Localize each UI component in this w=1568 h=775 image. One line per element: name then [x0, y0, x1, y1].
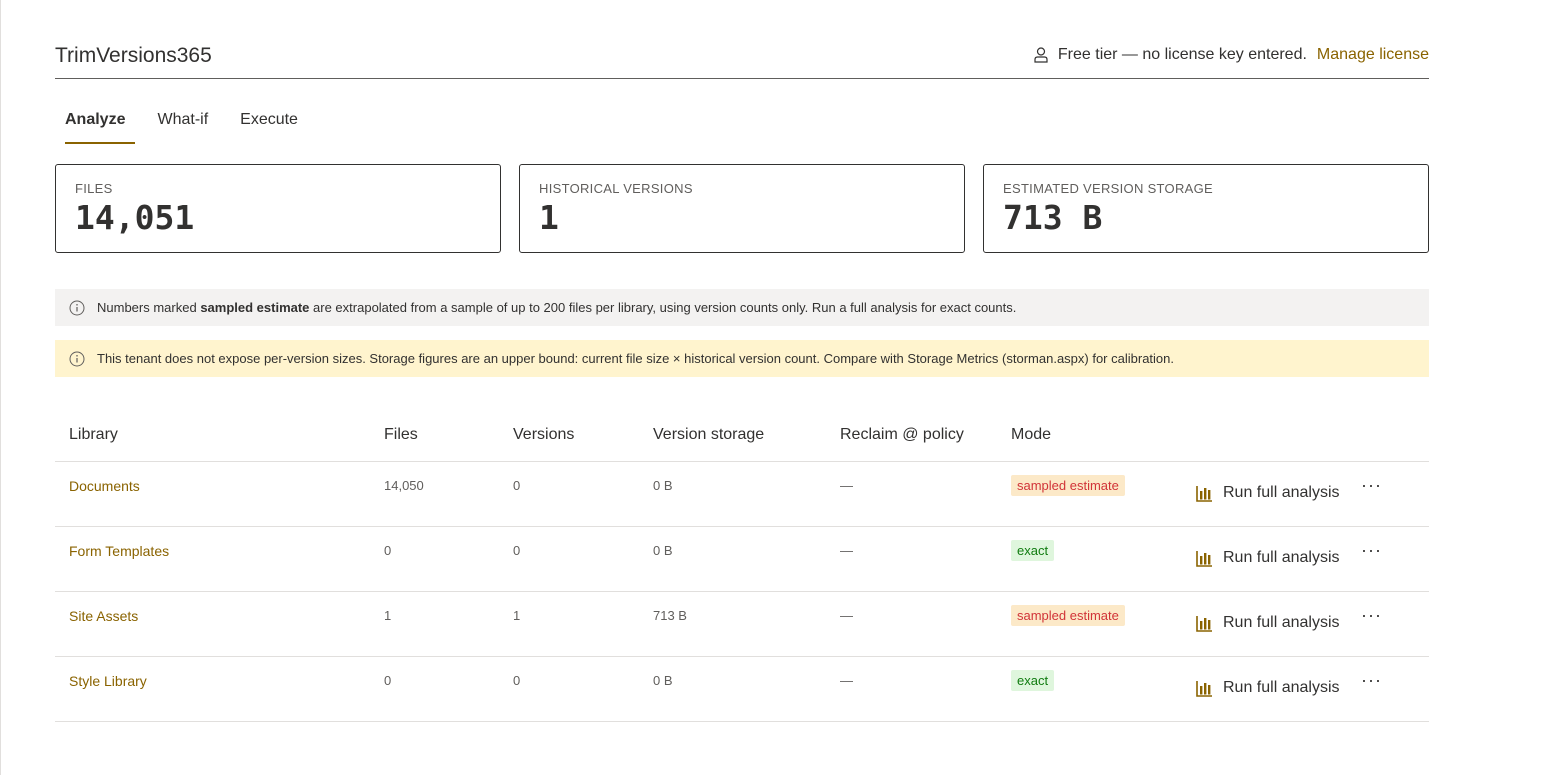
run-full-analysis-button[interactable]: Run full analysis	[1196, 614, 1340, 632]
bar-chart-icon	[1196, 485, 1213, 502]
summary-cards: FILES 14,051 HISTORICAL VERSIONS 1 ESTIM…	[55, 164, 1429, 253]
files-card-label: FILES	[75, 181, 113, 196]
run-full-analysis-label: Run full analysis	[1223, 484, 1340, 501]
info-icon	[69, 300, 85, 316]
column-header-reclaim[interactable]: Reclaim @ policy	[840, 426, 964, 444]
run-full-analysis-button[interactable]: Run full analysis	[1196, 484, 1340, 502]
table-header: Library Files Versions Version storage R…	[55, 410, 1429, 462]
column-header-versions[interactable]: Versions	[513, 426, 574, 444]
files-cell: 14,050	[384, 478, 424, 493]
sampling-info-suffix: are extrapolated from a sample of up to …	[309, 300, 1017, 315]
license-status-text: Free tier — no license key entered.	[1057, 46, 1307, 63]
bar-chart-icon	[1196, 680, 1213, 697]
versions-cell: 0	[513, 543, 521, 558]
historical-versions-card: HISTORICAL VERSIONS 1	[519, 164, 965, 253]
reclaim-cell: —	[840, 478, 853, 493]
column-header-files[interactable]: Files	[384, 426, 418, 444]
run-full-analysis-label: Run full analysis	[1223, 679, 1340, 696]
reclaim-cell: —	[840, 608, 853, 623]
mode-badge: sampled estimate	[1011, 475, 1125, 496]
files-card-value: 14,051	[75, 198, 195, 237]
files-cell: 0	[384, 673, 392, 688]
versions-cell: 0	[513, 478, 521, 493]
table-row: Site Assets 1 1 713 B — sampled estimate…	[55, 592, 1429, 657]
table-row: Documents 14,050 0 0 B — sampled estimat…	[55, 462, 1429, 527]
files-cell: 0	[384, 543, 392, 558]
mode-badge: sampled estimate	[1011, 605, 1125, 626]
library-link[interactable]: Documents	[69, 478, 140, 494]
table-row: Style Library 0 0 0 B — exact Run full a…	[55, 657, 1429, 722]
version-storage-card-label: ESTIMATED VERSION STORAGE	[1003, 181, 1213, 196]
historical-versions-card-label: HISTORICAL VERSIONS	[539, 181, 693, 196]
run-full-analysis-button[interactable]: Run full analysis	[1196, 679, 1340, 697]
reclaim-cell: —	[840, 673, 853, 688]
run-full-analysis-label: Run full analysis	[1223, 549, 1340, 566]
table-row: Form Templates 0 0 0 B — exact Run full …	[55, 527, 1429, 592]
app-title: TrimVersions365	[55, 44, 212, 67]
tab-analyze[interactable]: Analyze	[55, 110, 136, 144]
sampling-info-bold: sampled estimate	[200, 300, 310, 315]
bar-chart-icon	[1196, 550, 1213, 567]
versions-cell: 1	[513, 608, 521, 623]
library-table: Library Files Versions Version storage R…	[55, 410, 1429, 722]
mode-badge: exact	[1011, 670, 1055, 691]
files-cell: 1	[384, 608, 392, 623]
manage-license-link[interactable]: Manage license	[1317, 46, 1429, 64]
versions-cell: 0	[513, 673, 521, 688]
mode-badge: exact	[1011, 540, 1055, 561]
tab-what-if[interactable]: What-if	[147, 110, 218, 144]
storage-warning-text: This tenant does not expose per-version …	[97, 351, 1174, 366]
sampling-info-text: Numbers marked sampled estimate are extr…	[97, 300, 1016, 315]
library-link[interactable]: Site Assets	[69, 608, 138, 624]
storage-cell: 0 B	[653, 673, 673, 688]
files-card: FILES 14,051	[55, 164, 501, 253]
column-header-version-storage[interactable]: Version storage	[653, 426, 764, 444]
sampling-info-notice: Numbers marked sampled estimate are extr…	[55, 289, 1429, 326]
run-full-analysis-label: Run full analysis	[1223, 614, 1340, 631]
column-header-library[interactable]: Library	[69, 426, 118, 444]
more-options-button[interactable]: ···	[1361, 541, 1381, 563]
left-divider	[0, 0, 1, 775]
app-header: TrimVersions365 Free tier — no license k…	[55, 40, 1429, 79]
reclaim-cell: —	[840, 543, 853, 558]
historical-versions-card-value: 1	[539, 198, 559, 237]
library-link[interactable]: Style Library	[69, 673, 147, 689]
tab-bar: Analyze What-if Execute	[55, 110, 320, 146]
storage-warning-notice: This tenant does not expose per-version …	[55, 340, 1429, 377]
tab-execute[interactable]: Execute	[230, 110, 308, 144]
more-options-button[interactable]: ···	[1361, 476, 1381, 498]
person-icon	[1032, 46, 1050, 64]
run-full-analysis-button[interactable]: Run full analysis	[1196, 549, 1340, 567]
storage-cell: 0 B	[653, 478, 673, 493]
info-icon	[69, 351, 85, 367]
column-header-mode[interactable]: Mode	[1011, 426, 1051, 444]
library-link[interactable]: Form Templates	[69, 543, 169, 559]
version-storage-card: ESTIMATED VERSION STORAGE 713 B	[983, 164, 1429, 253]
more-options-button[interactable]: ···	[1361, 606, 1381, 628]
storage-cell: 0 B	[653, 543, 673, 558]
bar-chart-icon	[1196, 615, 1213, 632]
license-status: Free tier — no license key entered. Mana…	[1032, 46, 1429, 64]
more-options-button[interactable]: ···	[1361, 671, 1381, 693]
sampling-info-prefix: Numbers marked	[97, 300, 201, 315]
storage-cell: 713 B	[653, 608, 687, 623]
version-storage-card-value: 713 B	[1003, 198, 1103, 237]
